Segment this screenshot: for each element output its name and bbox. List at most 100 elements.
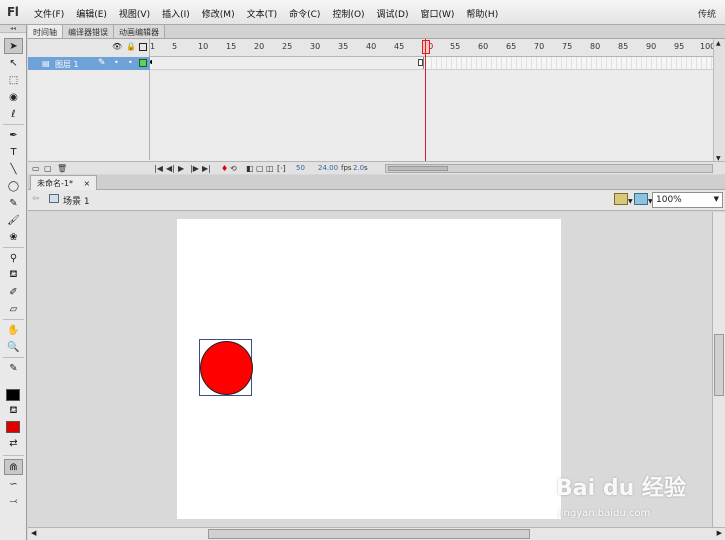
scrollbar-thumb[interactable] [714, 334, 724, 396]
prev-frame-icon[interactable]: ◀| [166, 164, 175, 173]
pencil-tool-icon[interactable]: ✎ [4, 195, 23, 211]
play-icon[interactable]: ▶ [178, 164, 184, 173]
lock-icon[interactable]: 🔒 [126, 42, 136, 51]
layer-name[interactable]: 图层 1 [55, 59, 79, 70]
lasso-tool-icon[interactable]: ℓ [4, 106, 23, 122]
zoom-select[interactable]: 100% ▼ [652, 192, 723, 208]
deco-tool-icon[interactable]: ❀ [4, 229, 23, 245]
empty-frames[interactable] [427, 57, 713, 69]
scroll-up-icon[interactable]: ▲ [716, 40, 721, 47]
selection-tool-icon[interactable]: ➤ [4, 38, 23, 54]
last-frame-icon[interactable]: ▶| [202, 164, 211, 173]
subselection-tool-icon[interactable]: ↖ [4, 55, 23, 71]
menu-text[interactable]: 文本(T) [247, 7, 278, 20]
current-frame-value[interactable]: 50 [296, 164, 305, 172]
visibility-dot[interactable]: • [114, 58, 119, 67]
layer-frames[interactable] [150, 57, 713, 70]
onion-skin-icon[interactable]: ◧ [246, 164, 254, 173]
back-arrow-icon[interactable]: ⇦ [32, 194, 40, 204]
straighten-icon[interactable]: ⤙ [4, 493, 23, 509]
eyedropper-tool-icon[interactable]: ✐ [4, 284, 23, 300]
stage-horizontal-scrollbar[interactable]: ◀ ▶ [28, 527, 725, 540]
fps-value[interactable]: 24.00 [318, 164, 338, 172]
swap-colors-icon[interactable]: ⇄ [4, 435, 23, 451]
playhead-line [425, 39, 426, 163]
free-transform-tool-icon[interactable]: ⬚ [4, 72, 23, 88]
onion-outline-icon[interactable]: ▢ [256, 164, 264, 173]
pen-tool-icon[interactable]: ✒ [4, 127, 23, 143]
next-frame-icon[interactable]: |▶ [190, 164, 199, 173]
menu-modify[interactable]: 修改(M) [202, 7, 235, 20]
selection-bounding-box[interactable] [199, 339, 253, 396]
new-layer-icon[interactable]: ▭ [32, 164, 40, 173]
outline-color-box[interactable] [139, 59, 147, 67]
stroke-color-swatch[interactable] [6, 389, 20, 401]
center-frame-icon[interactable]: ♦ [221, 164, 228, 173]
menu-debug[interactable]: 调试(D) [377, 7, 409, 20]
oval-tool-icon[interactable]: ◯ [4, 178, 23, 194]
3d-rotation-tool-icon[interactable]: ◉ [4, 89, 23, 105]
chevron-down-icon[interactable]: ▼ [628, 198, 633, 205]
scroll-left-icon[interactable]: ◀ [31, 529, 36, 537]
new-folder-icon[interactable]: ▢ [44, 164, 52, 173]
panel-grip[interactable]: ◂◂ [0, 25, 26, 33]
workspace-switcher[interactable]: 传统 [698, 7, 716, 20]
close-icon[interactable]: × [84, 179, 91, 188]
delete-layer-icon[interactable]: 🗑 [57, 164, 67, 173]
scene-breadcrumb[interactable]: 场景 1 [63, 194, 90, 207]
playhead-handle[interactable] [422, 40, 430, 54]
stage-canvas[interactable] [177, 219, 561, 519]
scrollbar-thumb[interactable] [388, 166, 448, 171]
text-tool-icon[interactable]: T [4, 144, 23, 160]
line-tool-icon[interactable]: ╲ [4, 161, 23, 177]
edit-multiple-frames-icon[interactable]: ◫ [266, 164, 274, 173]
chevron-down-icon[interactable]: ▼ [714, 195, 719, 203]
eraser-tool-icon[interactable]: ▱ [4, 301, 23, 317]
edit-scene-icon[interactable] [634, 193, 648, 205]
scroll-right-icon[interactable]: ▶ [717, 529, 722, 537]
tab-timeline[interactable]: 时间轴 [28, 25, 63, 38]
lock-dot[interactable]: • [128, 58, 133, 67]
tools-panel: ◂◂ ➤ ↖ ⬚ ◉ ℓ ✒ T ╲ ◯ ✎ 🖌 ❀ ⚲ ⛾ ✐ ▱ ✋ 🔍 ✎… [0, 25, 27, 540]
tab-compiler-errors[interactable]: 编译器错误 [63, 25, 114, 38]
menu-commands[interactable]: 命令(C) [289, 7, 320, 20]
loop-icon[interactable]: ⟲ [230, 164, 237, 173]
pencil-edit-icon: ✎ [98, 58, 106, 68]
menu-insert[interactable]: 插入(I) [162, 7, 190, 20]
menu-file[interactable]: 文件(F) [34, 7, 64, 20]
menu-help[interactable]: 帮助(H) [466, 7, 498, 20]
menu-view[interactable]: 视图(V) [119, 7, 150, 20]
scrollbar-thumb[interactable] [208, 529, 530, 539]
elapsed-time-value: 2.0 [353, 164, 365, 172]
timeline-horizontal-scrollbar[interactable] [385, 164, 713, 173]
frame-number: 25 [282, 42, 293, 51]
menu-control[interactable]: 控制(O) [332, 7, 364, 20]
first-frame-icon[interactable]: |◀ [154, 164, 163, 173]
fill-color-swatch[interactable] [6, 421, 20, 433]
snap-to-objects-icon[interactable]: ⋒ [4, 459, 23, 475]
eye-icon[interactable]: 👁 [112, 42, 122, 51]
menu-edit[interactable]: 编辑(E) [76, 7, 107, 20]
frame-span[interactable] [152, 57, 424, 69]
fps-unit: fps [341, 164, 352, 172]
hand-tool-icon[interactable]: ✋ [4, 322, 23, 338]
end-frame-marker[interactable] [418, 59, 423, 66]
outline-icon[interactable] [139, 43, 147, 51]
timeline-vertical-scrollbar[interactable]: ▲ ▼ [713, 39, 725, 163]
tab-motion-editor[interactable]: 动画编辑器 [114, 25, 165, 38]
bone-tool-icon[interactable]: ⚲ [4, 250, 23, 266]
smooth-icon[interactable]: ∽ [4, 476, 23, 492]
edit-symbols-icon[interactable] [614, 193, 628, 205]
menu-items: 文件(F) 编辑(E) 视图(V) 插入(I) 修改(M) 文本(T) 命令(C… [34, 7, 510, 20]
layer-row[interactable]: ▤ 图层 1 ✎ • • [28, 57, 150, 70]
onion-markers-icon[interactable]: [·] [277, 164, 286, 173]
brush-tool-icon[interactable]: 🖌 [4, 212, 23, 228]
menu-window[interactable]: 窗口(W) [421, 7, 455, 20]
frame-ruler[interactable]: 1 5 10 15 20 25 30 35 40 45 50 55 60 65 … [150, 39, 715, 57]
frame-number: 5 [172, 42, 178, 51]
toolbar-divider [3, 455, 24, 456]
red-circle-shape[interactable] [200, 341, 253, 395]
zoom-tool-icon[interactable]: 🔍 [4, 339, 23, 355]
paint-bucket-tool-icon[interactable]: ⛾ [4, 267, 23, 283]
document-tab[interactable]: 未命名-1* × [30, 175, 98, 190]
